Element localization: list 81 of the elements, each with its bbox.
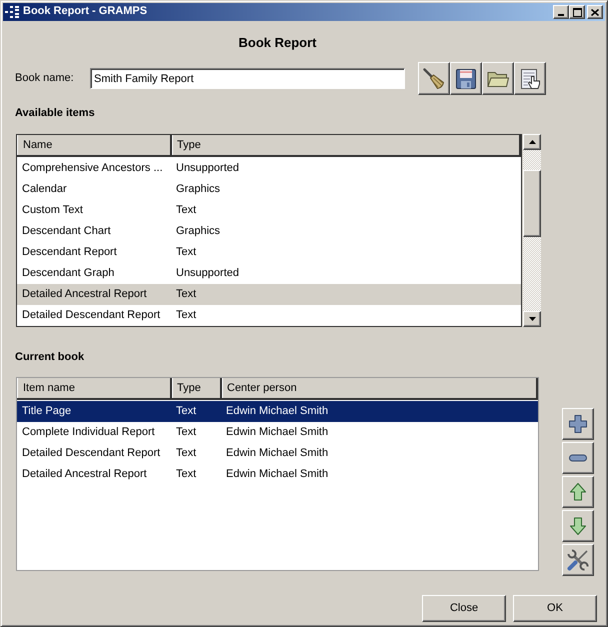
table-row[interactable]: Detailed Descendant Report Text	[17, 305, 521, 326]
table-cell: Graphics	[176, 225, 220, 237]
maximize-icon	[572, 8, 582, 16]
table-cell: Edwin Michael Smith	[226, 447, 328, 459]
section-label: Current book	[15, 350, 86, 364]
table-row[interactable]: Comprehensive Ancestors ... Unsupported	[17, 158, 521, 179]
column-header[interactable]: Center person	[222, 378, 538, 398]
clear-book-button[interactable]	[418, 62, 450, 95]
move-up-button[interactable]	[562, 476, 594, 508]
table-row[interactable]: Detailed Ancestral Report Text	[17, 284, 521, 305]
table-cell: Descendant Graph	[22, 267, 114, 279]
table-cell: Unsupported	[176, 267, 239, 279]
column-header[interactable]: Name	[17, 135, 172, 155]
column-header[interactable]: Type	[172, 135, 521, 155]
dialog-button[interactable]: OK	[513, 595, 597, 622]
table-cell: Unsupported	[176, 162, 239, 174]
table-cell: Text	[176, 405, 196, 417]
table-row[interactable]: Descendant Graph Unsupported	[17, 263, 521, 284]
window-title: Book Report - GRAMPS	[23, 5, 148, 19]
table-cell: Text	[176, 309, 196, 321]
table-row[interactable]: Descendant Report Text	[17, 242, 521, 263]
scroll-down-button[interactable]	[523, 311, 541, 327]
table-cell: Text	[176, 288, 196, 300]
move-down-button[interactable]	[562, 510, 594, 542]
brush-icon	[423, 68, 445, 90]
edit-books-button[interactable]	[514, 62, 546, 95]
table-row[interactable]: Descendant Chart Graphics	[17, 221, 521, 242]
app-icon	[5, 6, 19, 18]
book-name-label: Book name:	[15, 72, 75, 86]
table-row[interactable]: Detailed Descendant Report Text Edwin Michael Smith	[17, 443, 538, 464]
table-cell: Detailed Ancestral Report	[22, 468, 147, 480]
open-book-button[interactable]	[482, 62, 514, 95]
minimize-button[interactable]	[553, 5, 569, 19]
close-button[interactable]	[587, 5, 603, 19]
table-cell: Calendar	[22, 183, 67, 195]
table-cell: Text	[176, 204, 196, 216]
table-row[interactable]: Title Page Text Edwin Michael Smith	[17, 401, 538, 422]
table-cell: Text	[176, 246, 196, 258]
table-cell: Text	[176, 447, 196, 459]
table-cell: Custom Text	[22, 204, 83, 216]
document-hand-icon	[519, 68, 541, 90]
table-cell: Detailed Descendant Report	[22, 447, 160, 459]
table-cell: Complete Individual Report	[22, 426, 155, 438]
table-row[interactable]: Complete Individual Report Text Edwin Michael Smith	[17, 422, 538, 443]
column-header[interactable]: Type	[172, 378, 222, 398]
table-cell: Text	[176, 426, 196, 438]
dialog-button[interactable]: Close	[422, 595, 506, 622]
table-cell: Text	[176, 468, 196, 480]
table-cell: Graphics	[176, 183, 220, 195]
down-arrow-icon	[567, 515, 589, 537]
triangle-up-icon	[528, 140, 536, 144]
configure-item-button[interactable]	[562, 544, 594, 576]
table-cell: Edwin Michael Smith	[226, 468, 328, 480]
table-cell: Edwin Michael Smith	[226, 405, 328, 417]
column-header[interactable]: Item name	[17, 378, 172, 398]
plus-icon	[567, 413, 589, 435]
scroll-up-button[interactable]	[523, 134, 541, 150]
table-row[interactable]: Custom Text Text	[17, 200, 521, 221]
table-row[interactable]: Detailed Ancestral Report Text Edwin Michael Smith	[17, 464, 538, 485]
triangle-down-icon	[528, 317, 536, 321]
dialog-heading: Book Report	[238, 35, 318, 51]
table-cell: Comprehensive Ancestors ...	[22, 162, 163, 174]
table-cell: Descendant Chart	[22, 225, 111, 237]
tools-icon	[567, 549, 589, 571]
scrollbar[interactable]	[523, 134, 541, 327]
table-cell: Detailed Descendant Report	[22, 309, 160, 321]
save-book-button[interactable]	[450, 62, 482, 95]
table-cell: Title Page	[22, 405, 72, 417]
maximize-button[interactable]	[569, 5, 585, 19]
close-icon	[591, 8, 599, 16]
add-item-button[interactable]	[562, 408, 594, 440]
remove-item-button[interactable]	[562, 442, 594, 474]
minimize-icon	[558, 14, 564, 16]
table-cell: Descendant Report	[22, 246, 117, 258]
table-cell: Detailed Ancestral Report	[22, 288, 147, 300]
table-row[interactable]: Calendar Graphics	[17, 179, 521, 200]
table-cell: Edwin Michael Smith	[226, 426, 328, 438]
section-label: Available items	[15, 106, 96, 120]
book-name-field[interactable]: Smith Family Report	[90, 68, 405, 89]
scrollbar-thumb[interactable]	[523, 170, 541, 237]
up-arrow-icon	[567, 481, 589, 503]
